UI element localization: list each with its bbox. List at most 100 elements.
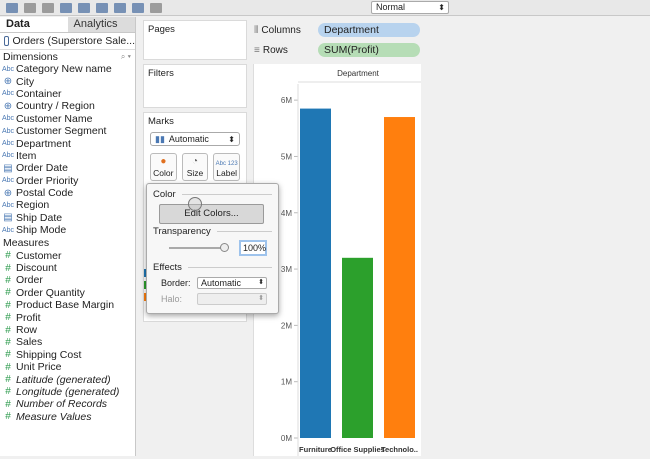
new-worksheet-icon[interactable] [6, 2, 18, 13]
transparency-row: 100% [153, 240, 272, 256]
field-name: Row [16, 324, 38, 336]
tab-analytics[interactable]: Analytics [67, 17, 135, 32]
rows-icon: ≡ [254, 44, 260, 56]
measure-field[interactable]: # Profit [0, 311, 135, 324]
redo-icon[interactable] [42, 2, 54, 13]
measure-field[interactable]: # Order [0, 274, 135, 286]
chart-icon[interactable] [96, 2, 108, 13]
sum-profit-pill[interactable]: SUM(Profit) [318, 43, 420, 57]
x-tick-label: Technolo.. [381, 445, 418, 454]
dimension-field[interactable]: ▤ Ship Date [0, 212, 135, 224]
border-row: Border: Automatic ⬍ [153, 277, 272, 289]
measure-field[interactable]: # Sales [0, 336, 135, 348]
edit-colors-button[interactable]: Edit Colors... [159, 204, 264, 224]
field-name: Sales [16, 336, 43, 349]
measures-list: # Customer # Discount # Order # Order Quantity #… [0, 249, 135, 423]
y-tick-label: 1M [281, 378, 292, 387]
field-name: Latitude (generated) [16, 373, 111, 386]
measure-field[interactable]: # Row [0, 324, 135, 336]
transparency-slider[interactable] [169, 243, 229, 252]
dimension-field[interactable]: Abc Container [0, 88, 135, 100]
size-button[interactable]: ◔ Size [181, 153, 209, 181]
tab-data[interactable]: Data [0, 17, 68, 32]
measure-field[interactable]: # Measure Values [0, 411, 135, 423]
color-button-label: Color [153, 168, 174, 178]
mark-type-select[interactable]: ▮▮ Automatic ⬍ [150, 132, 240, 146]
datasource-icon [4, 36, 10, 46]
measure-field[interactable]: # Shipping Cost [0, 349, 135, 361]
measure-field[interactable]: # Latitude (generated) [0, 373, 135, 386]
color-popup: Color Edit Colors... Transparency 100% E… [146, 183, 279, 314]
numeric-type-icon: # [5, 262, 11, 274]
color-palette-icon: ● [160, 156, 167, 167]
numeric-type-icon: # [5, 398, 11, 410]
color-button[interactable]: ● Color [150, 153, 177, 181]
halo-row: Halo: ⬍ [153, 293, 272, 305]
dimension-field[interactable]: Abc Department [0, 137, 135, 150]
measure-field[interactable]: # Longitude (generated) [0, 386, 135, 398]
filters-card[interactable]: Filters [143, 64, 247, 108]
dimensions-header: Dimensions ⌕ ▾ [0, 50, 135, 63]
save-icon[interactable] [60, 2, 72, 13]
dimension-field[interactable]: ⊕ Postal Code [0, 187, 135, 199]
data-tabs: Data Analytics [0, 17, 135, 33]
string-type-icon: Abc [1, 152, 15, 160]
fit-select[interactable]: Normal ⬍ [371, 1, 449, 14]
bar-0 [300, 108, 331, 438]
halo-label: Halo: [161, 294, 183, 304]
numeric-type-icon: # [5, 287, 11, 299]
chevron-down-icon: ⬍ [228, 134, 235, 144]
label-button[interactable]: Abc 123 Label [213, 153, 241, 181]
label-button-label: Label [216, 168, 238, 178]
swap-icon[interactable] [132, 2, 144, 13]
field-name: Discount [16, 262, 57, 275]
measure-field[interactable]: # Number of Records [0, 398, 135, 410]
columns-label: Columns [261, 24, 301, 36]
pages-card[interactable]: Pages [143, 20, 247, 60]
y-tick-label: 0M [281, 434, 292, 443]
measure-field[interactable]: # Discount [0, 262, 135, 274]
transparency-input[interactable]: 100% [239, 240, 267, 256]
border-label: Border: [161, 278, 191, 288]
add-datasource-icon[interactable] [78, 2, 90, 13]
field-name: Customer [16, 249, 62, 262]
slider-thumb[interactable] [220, 243, 229, 252]
measure-field[interactable]: # Order Quantity [0, 287, 135, 299]
border-select[interactable]: Automatic ⬍ [197, 277, 267, 289]
marks-title: Marks [148, 116, 174, 127]
measure-field[interactable]: # Unit Price [0, 361, 135, 373]
columns-shelf[interactable]: ⦀ Columns Department [254, 22, 420, 38]
datasource-item[interactable]: Orders (Superstore Sale... [0, 33, 135, 50]
measure-field[interactable]: # Product Base Margin [0, 299, 135, 311]
string-type-icon: Abc [1, 90, 15, 98]
string-type-icon: Abc [1, 226, 15, 234]
clear-sheet-icon[interactable] [114, 2, 126, 13]
dimension-field[interactable]: Abc Order Priority [0, 175, 135, 187]
measures-title: Measures [3, 236, 50, 249]
numeric-type-icon: # [5, 349, 11, 361]
sort-icon[interactable] [150, 2, 162, 13]
canvas-background [421, 64, 650, 456]
dimension-field[interactable]: Abc Customer Segment [0, 125, 135, 137]
field-name: Region [16, 199, 50, 212]
dimension-field[interactable]: Abc Item [0, 150, 135, 162]
size-icon: ◔ [191, 156, 199, 167]
mark-buttons: ● Color ◔ Size Abc 123 Label [144, 148, 246, 186]
dimension-field[interactable]: ⊕ City [0, 75, 135, 88]
numeric-type-icon: # [5, 374, 11, 386]
dimension-field[interactable]: Abc Category New name [0, 63, 135, 75]
dimension-field[interactable]: Abc Ship Mode [0, 224, 135, 236]
search-icon[interactable]: ⌕ ▾ [121, 52, 131, 62]
dimension-field[interactable]: Abc Region [0, 199, 135, 211]
effects-section-header: Effects [153, 262, 272, 273]
measure-field[interactable]: # Customer [0, 249, 135, 262]
undo-icon[interactable] [24, 2, 36, 13]
dimension-field[interactable]: ▤ Order Date [0, 162, 135, 174]
rows-shelf[interactable]: ≡ Rows SUM(Profit) [254, 42, 420, 58]
department-pill[interactable]: Department [318, 23, 420, 37]
dimension-field[interactable]: ⊕ Country / Region [0, 100, 135, 112]
dimensions-list: Abc Category New name ⊕ City Abc Container ⊕ Co… [0, 63, 135, 236]
toolbar: Normal ⬍ [0, 0, 650, 16]
dimension-field[interactable]: Abc Customer Name [0, 113, 135, 125]
transparency-section-header: Transparency [153, 226, 272, 237]
